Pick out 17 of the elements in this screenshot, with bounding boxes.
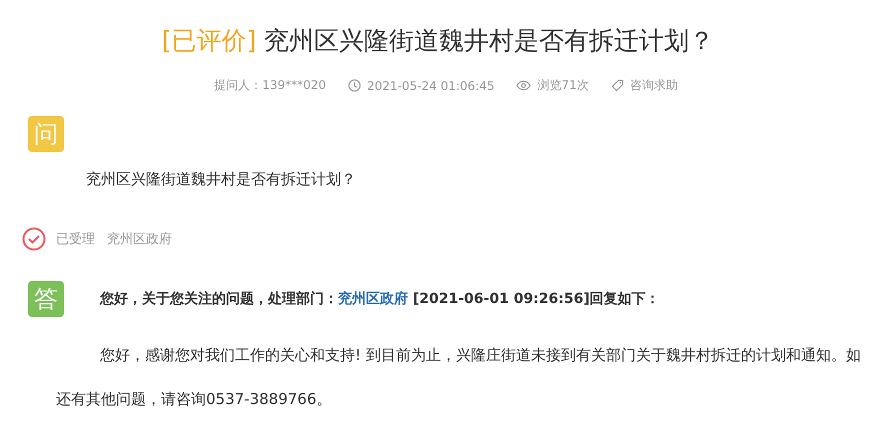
answer-text: 您好，感谢您对我们工作的关心和支持! 到目前为止，兴隆庄街道未接到有关部门关于魏井村拆迁的计划和通知。如还有其他问题，请咨询0537-3889766。 — [56, 345, 862, 410]
meta-text: 提问人：139***020 — [214, 77, 326, 94]
status-label: 已受理 — [56, 231, 95, 248]
question-badge: 问 — [28, 116, 64, 152]
answer-badge: 答 — [28, 281, 64, 317]
question-text: 兖州区兴隆街道魏井村是否有拆迁计划？ — [86, 170, 357, 189]
meta-text: 咨询求助 — [630, 77, 678, 94]
eye-icon — [516, 80, 532, 91]
clock-icon — [348, 79, 362, 92]
tag-icon — [610, 79, 624, 92]
meta-text: 2021-05-24 01:06:45 — [367, 78, 494, 92]
status-department: 兖州区政府 — [107, 231, 172, 248]
meta-text: 浏览71次 — [537, 77, 589, 94]
answer-header: 您好，关于您关注的问题，处理部门：兖州区政府 [2021-06-01 09:26:56]回复如下： — [100, 290, 660, 308]
question-title: [已评价] 兖州区兴隆街道魏井村是否有拆迁计划？ — [160, 25, 716, 57]
check-circle-icon — [22, 227, 46, 251]
department-link[interactable]: 兖州区政府 — [338, 291, 408, 307]
